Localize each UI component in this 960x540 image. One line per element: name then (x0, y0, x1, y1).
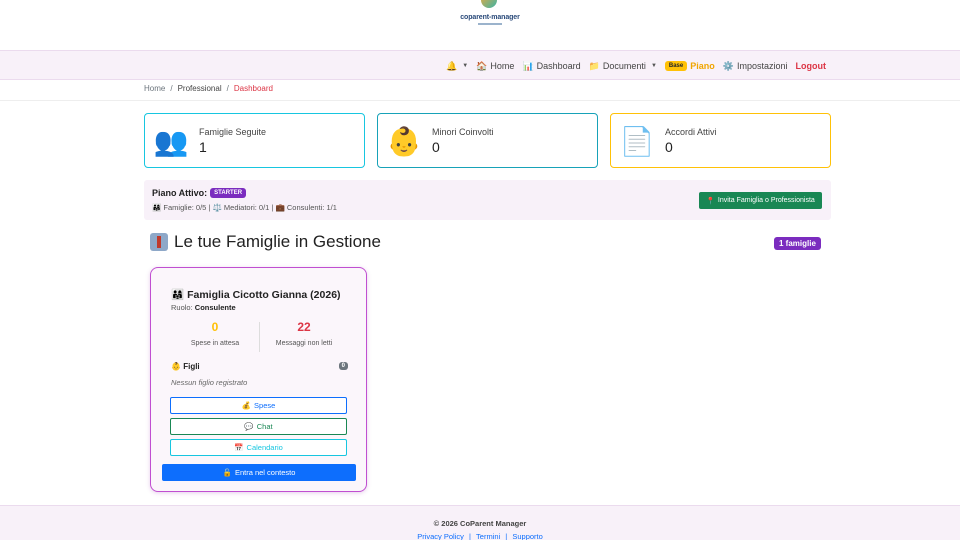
nav-dashboard[interactable]: 📊 Dashboard (522, 61, 580, 72)
plan-base-badge: Base (664, 61, 688, 71)
nav-dashboard-label: Dashboard (536, 61, 581, 71)
stat-value: 0 (665, 139, 673, 155)
terms-link[interactable]: Termini (476, 532, 500, 540)
people-icon: 👥 (153, 126, 189, 157)
chat-button[interactable]: 💬 Chat (170, 418, 347, 435)
money-bag-icon: 💰 (241, 401, 252, 410)
children-row: 👶 Figli 0 (171, 362, 348, 374)
section-title: Le tue Famiglie in Gestione (150, 232, 381, 252)
footer-separator: | (505, 532, 508, 540)
logo-underline (478, 23, 502, 25)
breadcrumb-home[interactable]: Home (144, 84, 165, 93)
stat-value: 0 (432, 139, 440, 155)
folder-icon: 📁 (588, 60, 600, 71)
invite-button[interactable]: 📍 Invita Famiglia o Professionista (699, 192, 822, 209)
necktie-icon (150, 233, 168, 251)
nav-documents-dropdown[interactable]: 📁 Documenti ▼ (589, 61, 657, 72)
invite-button-label: Invita Famiglia o Professionista (717, 197, 815, 204)
pin-icon: 📍 (706, 197, 715, 205)
chat-button-label: Chat (256, 422, 273, 431)
stat-label: Famiglie Seguite (199, 127, 267, 137)
plan-title: Piano Attivo: STARTER (152, 188, 247, 198)
expenses-button-label: Spese (254, 401, 276, 410)
speech-bubble-icon: 💬 (244, 422, 254, 431)
nav-documents-label: Documenti (602, 61, 646, 71)
logo-bar: coparent-manager (0, 0, 960, 50)
baby-icon: 👶 (386, 126, 422, 157)
copyright: © 2026 CoParent Manager (433, 519, 527, 528)
stat-label: Accordi Attivi (665, 127, 717, 137)
family-name-text: Famiglia Cicotto Gianna (2026) (187, 288, 341, 301)
nav-home[interactable]: 🏠 Home (476, 61, 514, 72)
navbar: 🔔 ▼ 🏠 Home 📊 Dashboard 📁 Documenti ▼ Bas… (0, 50, 960, 80)
stat-label: Minori Coinvolti (432, 127, 494, 137)
footer: © 2026 CoParent Manager Privacy Policy |… (0, 505, 960, 540)
children-count-badge: 0 (338, 362, 348, 370)
logo-mark-icon (481, 0, 497, 8)
unread-messages-label: Messaggi non letti (275, 340, 333, 347)
section-title-text: Le tue Famiglie in Gestione (174, 232, 381, 251)
calendar-button[interactable]: 📅 Calendario (170, 439, 347, 456)
unread-messages-value: 22 (297, 320, 311, 334)
notifications-dropdown[interactable]: 🔔 ▼ (446, 61, 468, 72)
chevron-down-icon: ▼ (462, 63, 469, 69)
bar-chart-icon: 📊 (522, 60, 534, 71)
plan-starter-badge: STARTER (210, 188, 247, 198)
expenses-button[interactable]: 💰 Spese (170, 397, 347, 414)
house-icon: 🏠 (476, 60, 488, 71)
logo-text: coparent-manager (460, 14, 520, 21)
no-children-text: Nessun figlio registrato (171, 378, 248, 387)
brand-logo[interactable]: coparent-manager (460, 0, 520, 34)
support-link[interactable]: Supporto (512, 532, 542, 540)
children-label-text: Figli (183, 362, 200, 371)
breadcrumb-professional[interactable]: Professional (178, 84, 222, 93)
stat-value: 1 (199, 139, 207, 155)
pending-expenses-label: Spese in attesa (190, 340, 240, 347)
enter-context-button[interactable]: 🔓 Entra nel contesto (162, 464, 356, 481)
role-value: Consulente (194, 303, 236, 312)
breadcrumb-divider (0, 100, 960, 101)
privacy-link[interactable]: Privacy Policy (417, 532, 464, 540)
unread-messages-stat: 22 Messaggi non letti (260, 320, 348, 347)
family-name: 👨‍👩‍👧 Famiglia Cicotto Gianna (2026) (171, 288, 341, 302)
role-label: Ruolo: (171, 303, 193, 312)
enter-context-label: Entra nel contesto (234, 468, 296, 477)
nav-logout[interactable]: Logout (796, 61, 827, 71)
footer-separator: | (468, 532, 471, 540)
nav-plan[interactable]: Base Piano (664, 61, 715, 71)
calendar-icon: 📅 (234, 443, 244, 452)
nav-settings[interactable]: ⚙️ Impostazioni (723, 61, 788, 72)
nav-menu: 🔔 ▼ 🏠 Home 📊 Dashboard 📁 Documenti ▼ Bas… (446, 51, 826, 81)
nav-home-label: Home (490, 61, 515, 71)
nav-settings-label: Impostazioni (736, 61, 788, 71)
breadcrumb: Home / Professional / Dashboard (144, 84, 273, 93)
breadcrumb-separator: / (170, 84, 173, 93)
chevron-down-icon: ▼ (650, 63, 657, 69)
plan-title-label: Piano Attivo: (152, 188, 208, 198)
calendar-button-label: Calendario (246, 443, 283, 452)
stat-card-families: 👥 Famiglie Seguite 1 (144, 113, 365, 168)
family-role: Ruolo: Consulente (171, 303, 236, 312)
family-icon: 👨‍👩‍👧 (171, 289, 185, 301)
plan-bar: Piano Attivo: STARTER 👨‍👩‍👧 Famiglie: 0/… (144, 180, 831, 220)
plan-usage: 👨‍👩‍👧 Famiglie: 0/5 | ⚖️ Mediatori: 0/1 … (152, 203, 337, 212)
bell-icon: 🔔 (446, 60, 458, 71)
children-label: 👶 Figli (171, 362, 200, 371)
stat-card-agreements: 📄 Accordi Attivi 0 (610, 113, 831, 168)
nav-plan-label: Piano (690, 61, 715, 71)
document-icon: 📄 (619, 126, 655, 157)
lock-icon: 🔓 (222, 468, 232, 477)
family-card: 👨‍👩‍👧 Famiglia Cicotto Gianna (2026) Ruo… (150, 267, 367, 492)
pending-expenses-stat: 0 Spese in attesa (171, 320, 259, 347)
family-stats: 0 Spese in attesa 22 Messaggi non letti (171, 320, 348, 354)
families-count-badge: 1 famiglie (774, 237, 821, 250)
breadcrumb-current: Dashboard (233, 84, 273, 93)
gear-icon: ⚙️ (722, 60, 734, 71)
breadcrumb-separator: / (226, 84, 229, 93)
stat-card-minors: 👶 Minori Coinvolti 0 (377, 113, 598, 168)
child-icon: 👶 (171, 362, 181, 371)
pending-expenses-value: 0 (211, 320, 219, 334)
footer-links: Privacy Policy | Termini | Supporto (0, 532, 960, 540)
